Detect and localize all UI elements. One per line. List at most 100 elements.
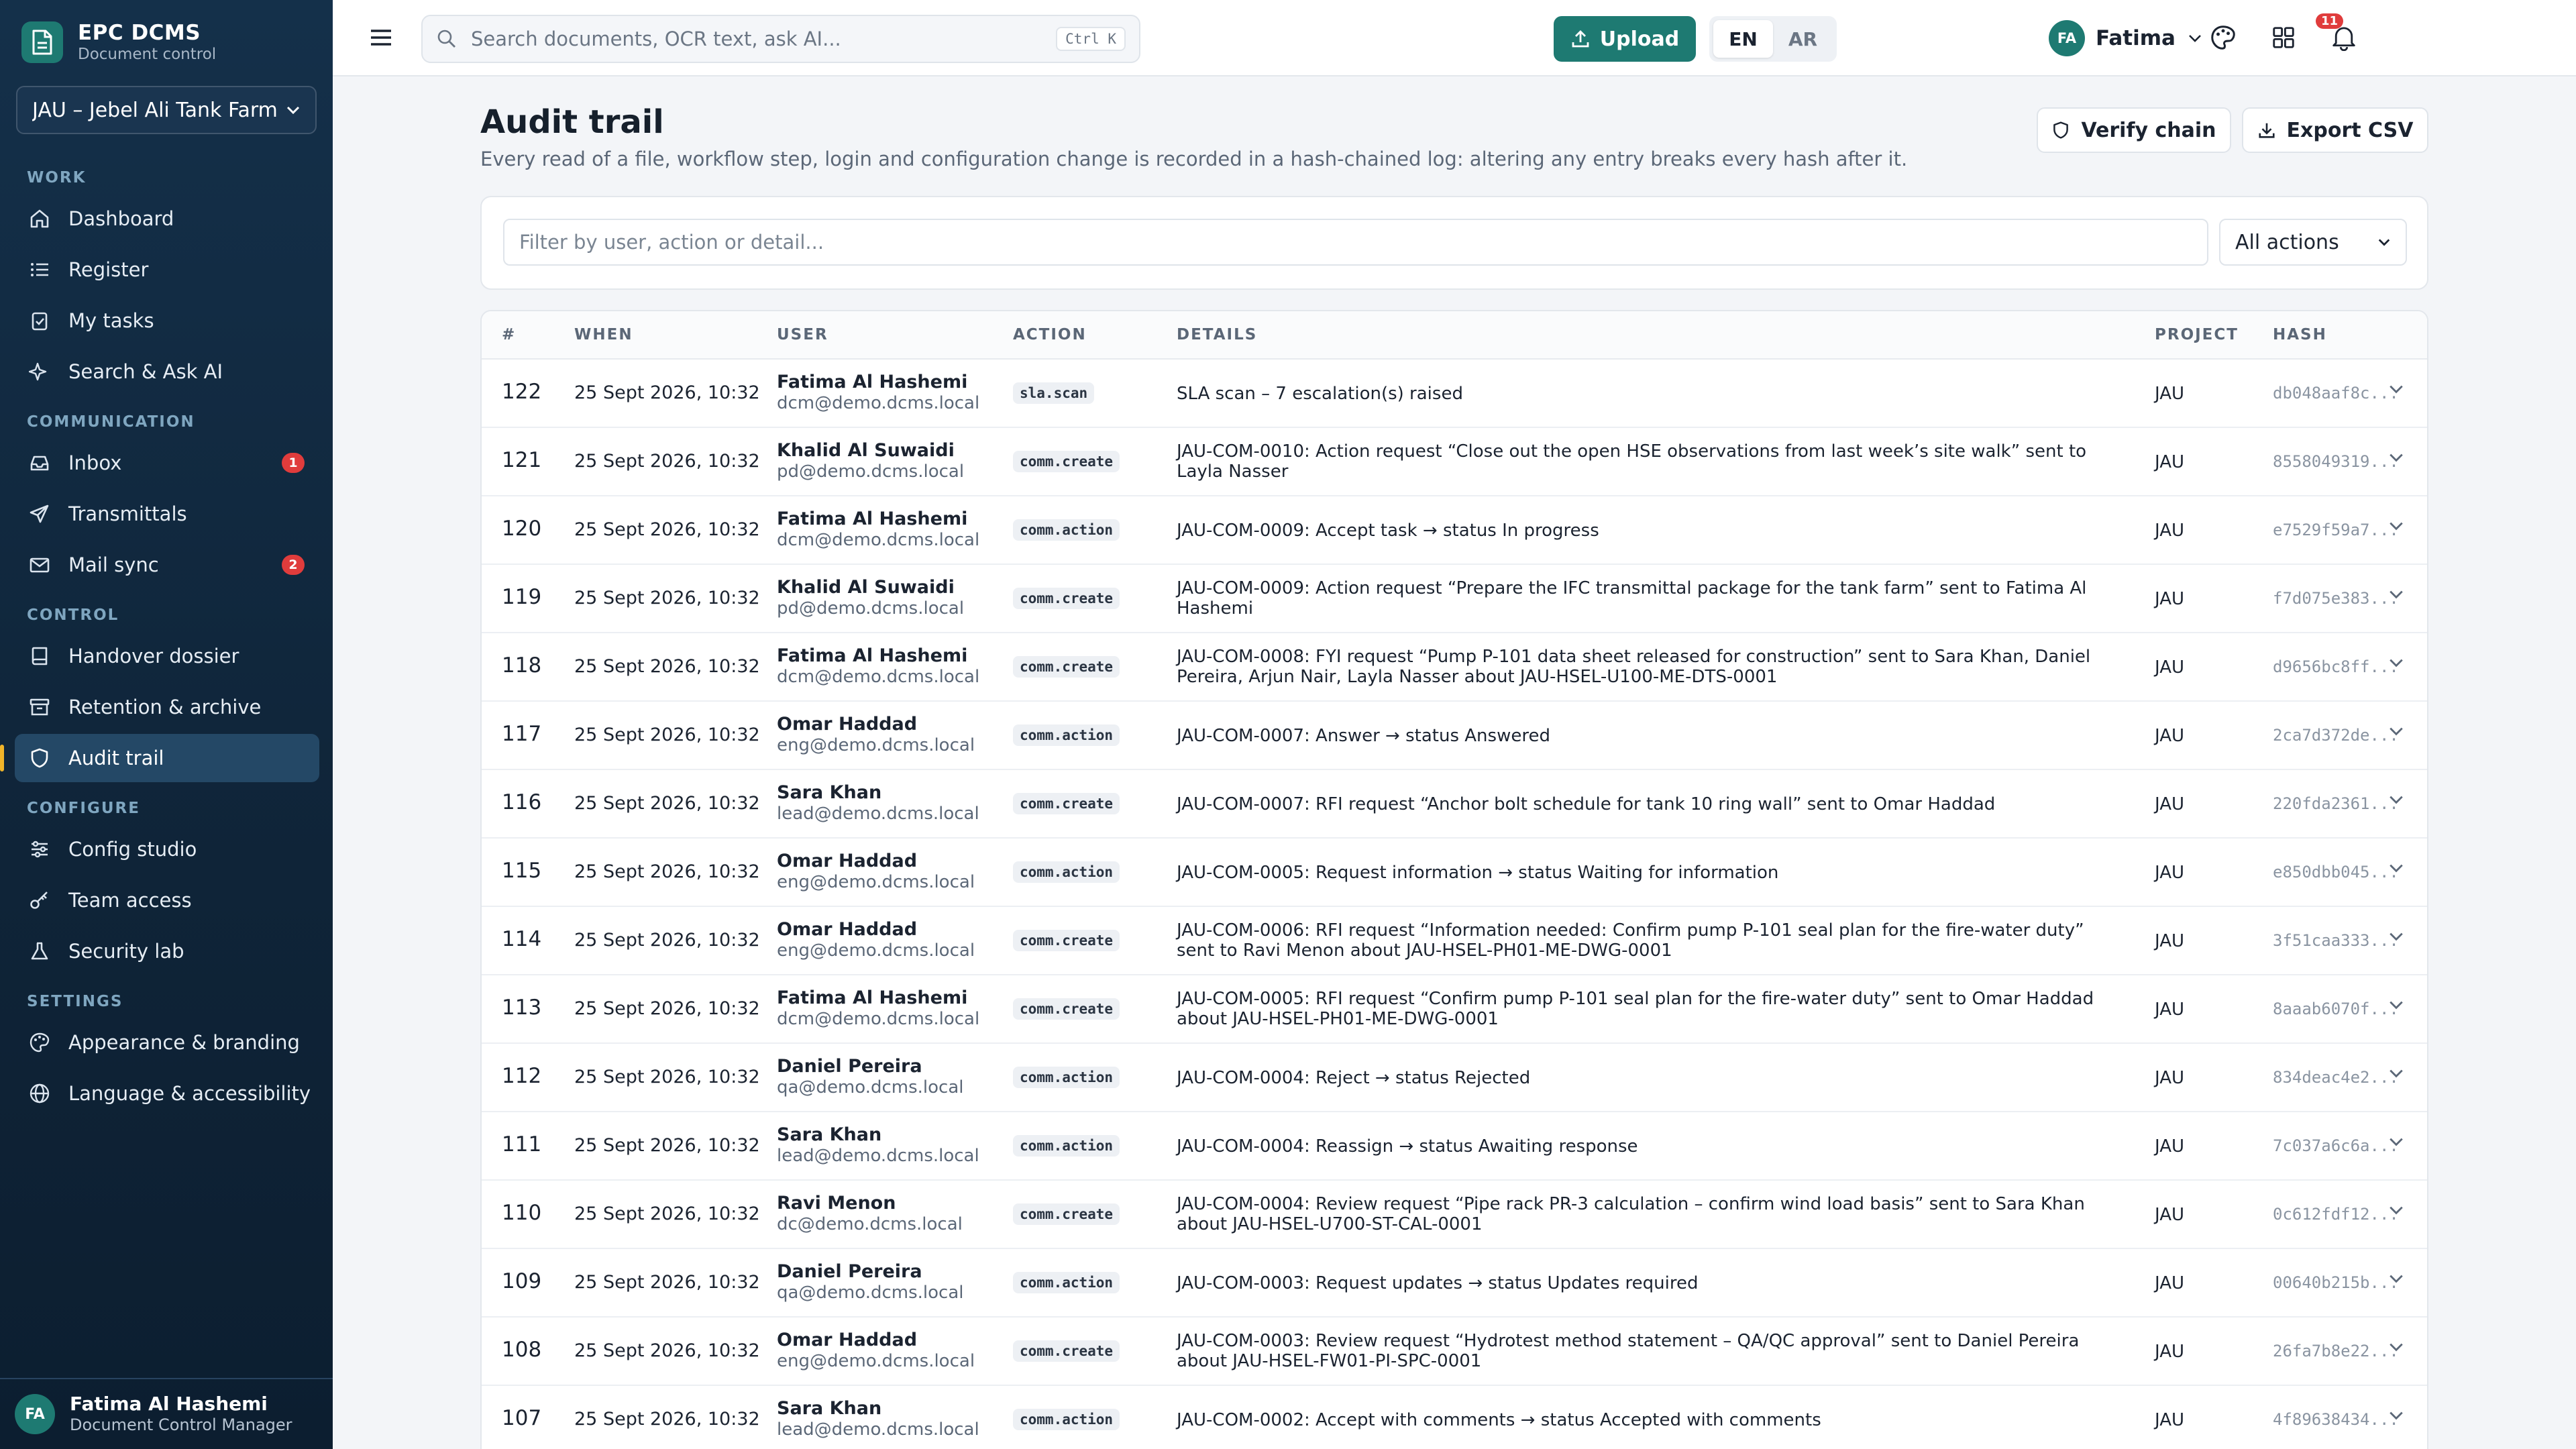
sidebar-item-mail-sync[interactable]: Mail sync 2 [15, 541, 319, 589]
table-row[interactable]: 107 25 Sept 2026, 10:32 Sara Khan lead@demo… [482, 1386, 2427, 1449]
key-icon [28, 889, 51, 912]
action-badge: comm.create [1013, 451, 1120, 472]
export-csv-button[interactable]: Export CSV [2242, 107, 2428, 153]
project-select[interactable]: JAU – Jebel Ali Tank Farm E [16, 86, 317, 134]
table-row[interactable]: 120 25 Sept 2026, 10:32 Fatima Al Hashemi d… [482, 496, 2427, 565]
shield-icon [2053, 121, 2069, 139]
user-name: Fatima Al Hashemi [777, 645, 968, 666]
table-row[interactable]: 119 25 Sept 2026, 10:32 Khalid Al Suwaidi p… [482, 565, 2427, 633]
export-csv-label: Export CSV [2286, 118, 2414, 142]
row-when: 25 Sept 2026, 10:32 [574, 930, 760, 951]
chevron-down-icon[interactable] [2388, 589, 2408, 609]
palette-icon[interactable] [2208, 23, 2238, 52]
col-when: WHEN [574, 326, 633, 343]
table-row[interactable]: 121 25 Sept 2026, 10:32 Khalid Al Suwaidi p… [482, 428, 2427, 496]
row-project: JAU [2155, 1136, 2185, 1157]
chevron-down-icon[interactable] [2388, 1342, 2408, 1362]
sidebar-item-appearance-branding[interactable]: Appearance & branding [15, 1018, 319, 1067]
chevron-down-icon[interactable] [2388, 521, 2408, 541]
grid-icon[interactable] [2269, 23, 2298, 52]
table-row[interactable]: 115 25 Sept 2026, 10:32 Omar Haddad eng@dem… [482, 839, 2427, 907]
row-number: 116 [502, 790, 542, 814]
section-configure: CONFIGURE [27, 800, 140, 817]
row-number: 119 [502, 585, 542, 609]
row-when: 25 Sept 2026, 10:32 [574, 1135, 760, 1156]
row-user: Omar Haddad eng@demo.dcms.local [777, 1330, 975, 1371]
chevron-down-icon[interactable] [2388, 1410, 2408, 1430]
table-row[interactable]: 118 25 Sept 2026, 10:32 Fatima Al Hashemi d… [482, 633, 2427, 702]
table-row[interactable]: 108 25 Sept 2026, 10:32 Omar Haddad eng@dem… [482, 1318, 2427, 1386]
chevron-down-icon [286, 106, 300, 115]
row-user: Fatima Al Hashemi dcm@demo.dcms.local [777, 645, 979, 687]
sidebar-item-retention-archive[interactable]: Retention & archive [15, 683, 319, 731]
sidebar-user[interactable]: FA Fatima Al Hashemi Document Control Ma… [0, 1378, 333, 1449]
sidebar-item-search-ask-ai[interactable]: Search & Ask AI [15, 347, 319, 396]
chevron-down-icon[interactable] [2388, 1000, 2408, 1020]
sidebar-item-handover-dossier[interactable]: Handover dossier [15, 632, 319, 680]
row-hash: e7529f59a7... [2273, 521, 2399, 539]
user-name: Ravi Menon [777, 1193, 896, 1214]
chevron-down-icon[interactable] [2388, 452, 2408, 472]
row-details: JAU-COM-0006: RFI request “Information n… [1177, 920, 2084, 961]
sidebar-item-config-studio[interactable]: Config studio [15, 825, 319, 873]
sidebar-item-my-tasks[interactable]: My tasks [15, 297, 319, 345]
sidebar-item-dashboard[interactable]: Dashboard [15, 195, 319, 243]
sidebar-item-language-accessibility[interactable]: Language & accessibility [15, 1069, 319, 1118]
sidebar-item-register[interactable]: Register [15, 246, 319, 294]
user-menu[interactable]: FA Fatima [2049, 19, 2202, 58]
action-select[interactable]: All actions [2219, 219, 2407, 266]
menu-icon[interactable] [368, 24, 394, 51]
sidebar-item-security-lab[interactable]: Security lab [15, 927, 319, 975]
chevron-down-icon[interactable] [2388, 1136, 2408, 1157]
table-row[interactable]: 110 25 Sept 2026, 10:32 Ravi Menon dc@demo.… [482, 1181, 2427, 1249]
filter-input[interactable]: Filter by user, action or detail... [503, 219, 2208, 266]
chevron-down-icon[interactable] [2388, 931, 2408, 951]
lang-en[interactable]: EN [1713, 20, 1773, 58]
chevron-down-icon[interactable] [2388, 1205, 2408, 1225]
action-badge: comm.action [1013, 1135, 1120, 1157]
row-number: 122 [502, 380, 542, 404]
chevron-down-icon[interactable] [2388, 726, 2408, 746]
sidebar-item-label: Handover dossier [68, 645, 239, 667]
app-subtitle: Document control [78, 46, 217, 63]
lang-ar[interactable]: AR [1773, 20, 1833, 58]
table-row[interactable]: 117 25 Sept 2026, 10:32 Omar Haddad eng@dem… [482, 702, 2427, 770]
table-row[interactable]: 111 25 Sept 2026, 10:32 Sara Khan lead@demo… [482, 1112, 2427, 1181]
table-row[interactable]: 116 25 Sept 2026, 10:32 Sara Khan lead@demo… [482, 770, 2427, 839]
verify-chain-button[interactable]: Verify chain [2037, 107, 2231, 153]
row-project: JAU [2155, 1068, 2185, 1088]
upload-button[interactable]: Upload [1554, 16, 1696, 62]
brand[interactable]: EPC DCMS Document control [21, 20, 216, 64]
sidebar-item-transmittals[interactable]: Transmittals [15, 490, 319, 538]
sidebar-item-label: Retention & archive [68, 696, 262, 718]
row-when: 25 Sept 2026, 10:32 [574, 998, 760, 1019]
action-badge: comm.create [1013, 1203, 1120, 1225]
chevron-down-icon[interactable] [2388, 863, 2408, 883]
row-number: 120 [502, 517, 542, 541]
chevron-down-icon[interactable] [2388, 384, 2408, 404]
chevron-down-icon[interactable] [2388, 657, 2408, 678]
row-number: 107 [502, 1406, 542, 1430]
section-work: WORK [27, 169, 87, 186]
chevron-down-icon[interactable] [2388, 794, 2408, 814]
action-badge: comm.create [1013, 998, 1120, 1020]
sidebar-item-label: Mail sync [68, 553, 159, 576]
user-email: dcm@demo.dcms.local [777, 393, 980, 413]
table-row[interactable]: 112 25 Sept 2026, 10:32 Daniel Pereira qa@d… [482, 1044, 2427, 1112]
table-row[interactable]: 109 25 Sept 2026, 10:32 Daniel Pereira qa@d… [482, 1249, 2427, 1318]
row-hash: 4f89638434... [2273, 1410, 2399, 1429]
table-row[interactable]: 122 25 Sept 2026, 10:32 Fatima Al Hashemi d… [482, 360, 2427, 428]
sidebar-item-label: Inbox [68, 451, 122, 474]
chevron-down-icon[interactable] [2388, 1068, 2408, 1088]
sidebar-item-team-access[interactable]: Team access [15, 876, 319, 924]
chevron-down-icon[interactable] [2388, 1273, 2408, 1293]
row-user: Omar Haddad eng@demo.dcms.local [777, 851, 975, 892]
table-row[interactable]: 114 25 Sept 2026, 10:32 Omar Haddad eng@dem… [482, 907, 2427, 975]
sidebar-item-inbox[interactable]: Inbox 1 [15, 439, 319, 487]
row-project: JAU [2155, 726, 2185, 746]
sidebar-item-audit-trail[interactable]: Audit trail [0, 734, 319, 782]
table-row[interactable]: 113 25 Sept 2026, 10:32 Fatima Al Hashemi d… [482, 975, 2427, 1044]
search-input[interactable]: Search documents, OCR text, ask AI... Ct… [421, 15, 1140, 63]
row-details: JAU-COM-0005: RFI request “Confirm pump … [1177, 989, 2094, 1029]
row-number: 110 [502, 1201, 542, 1225]
